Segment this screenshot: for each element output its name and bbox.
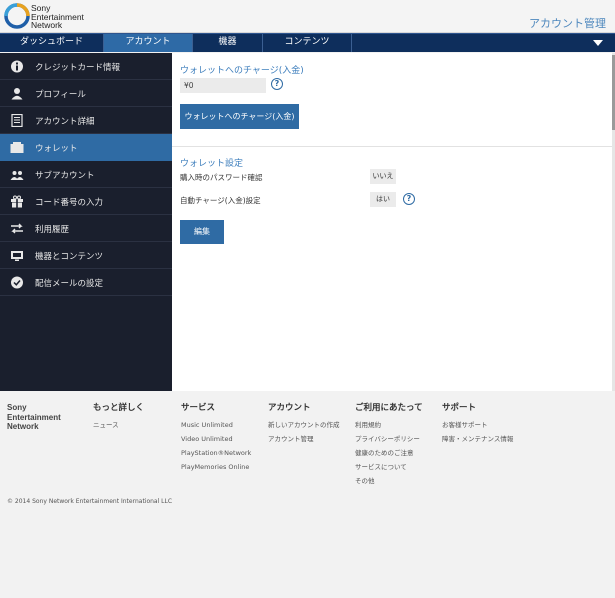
footer-link-health[interactable]: 健康のためのご注意: [355, 446, 423, 460]
charge-button[interactable]: ウォレットへのチャージ(入金): [180, 104, 299, 129]
footer-heading: サポート: [442, 403, 477, 413]
help-icon[interactable]: ?: [271, 78, 283, 90]
device-icon: [11, 251, 23, 261]
footer: Sony Entertainment Network もっと詳しく ニュース サ…: [0, 391, 615, 598]
footer-link-psn[interactable]: PlayStation®Network: [181, 446, 251, 460]
sidebar-item-account-details[interactable]: アカウント詳細: [0, 107, 172, 134]
brand-line: Network: [31, 20, 63, 30]
page-title: アカウント管理: [529, 17, 606, 30]
sen-logo-icon[interactable]: [4, 3, 30, 29]
chevron-down-icon[interactable]: [593, 40, 603, 46]
footer-brand-line: Entertainment: [7, 412, 61, 422]
sidebar-item-label: コード番号の入力: [35, 198, 104, 208]
footer-brand-line: Network: [7, 422, 39, 431]
sidebar-item-label: 利用履歴: [35, 225, 70, 235]
sidebar-item-credit-card[interactable]: クレジットカード情報: [0, 53, 172, 80]
footer-heading: もっと詳しく: [93, 403, 145, 413]
password-confirm-value: いいえ: [370, 169, 396, 184]
tab-dashboard[interactable]: ダッシュボード: [0, 34, 104, 52]
gift-icon: [11, 195, 23, 208]
sidebar-item-label: プロフィール: [35, 90, 86, 100]
footer-link-news[interactable]: ニュース: [93, 418, 144, 432]
settings-section-title: ウォレット設定: [180, 159, 244, 169]
footer-link-privacy[interactable]: プライバシーポリシー: [355, 432, 423, 446]
footer-column-services: サービス Music Unlimited Video Unlimited Pla…: [181, 401, 251, 474]
wallet-icon: [10, 142, 24, 153]
sidebar-item-label: 機器とコンテンツ: [35, 252, 104, 262]
sidebar-item-history[interactable]: 利用履歴: [0, 215, 172, 242]
main-content: ウォレットへのチャージ(入金) ¥0 ? ウォレットへのチャージ(入金) ウォレ…: [172, 53, 612, 391]
sidebar-item-redeem-code[interactable]: コード番号の入力: [0, 188, 172, 215]
footer-heading: アカウント: [268, 403, 311, 413]
password-confirm-label: 購入時のパスワード確認: [180, 173, 263, 182]
top-nav: ダッシュボード アカウント 機器 コンテンツ: [0, 33, 615, 52]
sidebar-item-label: サブアカウント: [35, 171, 95, 181]
footer-link-account-management[interactable]: アカウント管理: [268, 432, 340, 446]
footer-brand: Sony Entertainment Network: [7, 403, 61, 432]
footer-column-more: もっと詳しく ニュース: [93, 401, 144, 432]
footer-brand-line: Sony: [7, 403, 27, 412]
tab-devices[interactable]: 機器: [193, 34, 263, 52]
person-icon: [11, 88, 23, 100]
footer-link-video-unlimited[interactable]: Video Unlimited: [181, 432, 251, 446]
footer-heading: ご利用にあたって: [355, 403, 423, 413]
sidebar-item-devices-content[interactable]: 機器とコンテンツ: [0, 242, 172, 269]
sidebar-item-label: クレジットカード情報: [35, 63, 121, 73]
sidebar: クレジットカード情報 プロフィール アカウント詳細 ウォレット サブアカウント …: [0, 53, 172, 391]
edit-button[interactable]: 編集: [180, 220, 224, 244]
sidebar-item-label: アカウント詳細: [35, 117, 95, 127]
tab-contents[interactable]: コンテンツ: [263, 34, 352, 52]
sidebar-item-label: ウォレット: [35, 144, 78, 154]
footer-link-terms[interactable]: 利用規約: [355, 418, 423, 432]
info-icon: [11, 60, 23, 73]
help-icon[interactable]: ?: [403, 193, 415, 205]
footer-link-customer-support[interactable]: お客様サポート: [442, 418, 513, 432]
check-circle-icon: [11, 276, 23, 289]
wallet-balance: ¥0: [180, 78, 266, 93]
sidebar-item-mail-settings[interactable]: 配信メールの設定: [0, 269, 172, 296]
charge-section-title: ウォレットへのチャージ(入金): [180, 66, 304, 76]
document-icon: [11, 114, 23, 127]
sidebar-item-label: 配信メールの設定: [35, 279, 104, 289]
auto-charge-value: はい: [370, 192, 396, 207]
brand-name[interactable]: Sony Entertainment Network: [31, 4, 84, 30]
header: Sony Entertainment Network アカウント管理: [0, 0, 615, 33]
footer-link-playmemories[interactable]: PlayMemories Online: [181, 460, 251, 474]
footer-column-support: サポート お客様サポート 障害・メンテナンス情報: [442, 401, 513, 446]
section-divider: [172, 146, 612, 147]
tab-account[interactable]: アカウント: [104, 34, 193, 52]
footer-link-other[interactable]: その他: [355, 474, 423, 488]
sidebar-item-sub-accounts[interactable]: サブアカウント: [0, 161, 172, 188]
copyright: © 2014 Sony Network Entertainment Intern…: [7, 498, 173, 505]
footer-link-create-account[interactable]: 新しいアカウントの作成: [268, 418, 340, 432]
footer-link-about-service[interactable]: サービスについて: [355, 460, 423, 474]
transfer-icon: [11, 223, 23, 234]
sidebar-item-wallet[interactable]: ウォレット: [0, 134, 172, 161]
footer-heading: サービス: [181, 403, 216, 413]
people-icon: [10, 171, 24, 180]
footer-link-maintenance[interactable]: 障害・メンテナンス情報: [442, 432, 513, 446]
footer-column-terms: ご利用にあたって 利用規約 プライバシーポリシー 健康のためのご注意 サービスに…: [355, 401, 423, 488]
auto-charge-label: 自動チャージ(入金)設定: [180, 196, 261, 205]
footer-link-music-unlimited[interactable]: Music Unlimited: [181, 418, 251, 432]
sidebar-item-profile[interactable]: プロフィール: [0, 80, 172, 107]
footer-column-account: アカウント 新しいアカウントの作成 アカウント管理: [268, 401, 340, 446]
